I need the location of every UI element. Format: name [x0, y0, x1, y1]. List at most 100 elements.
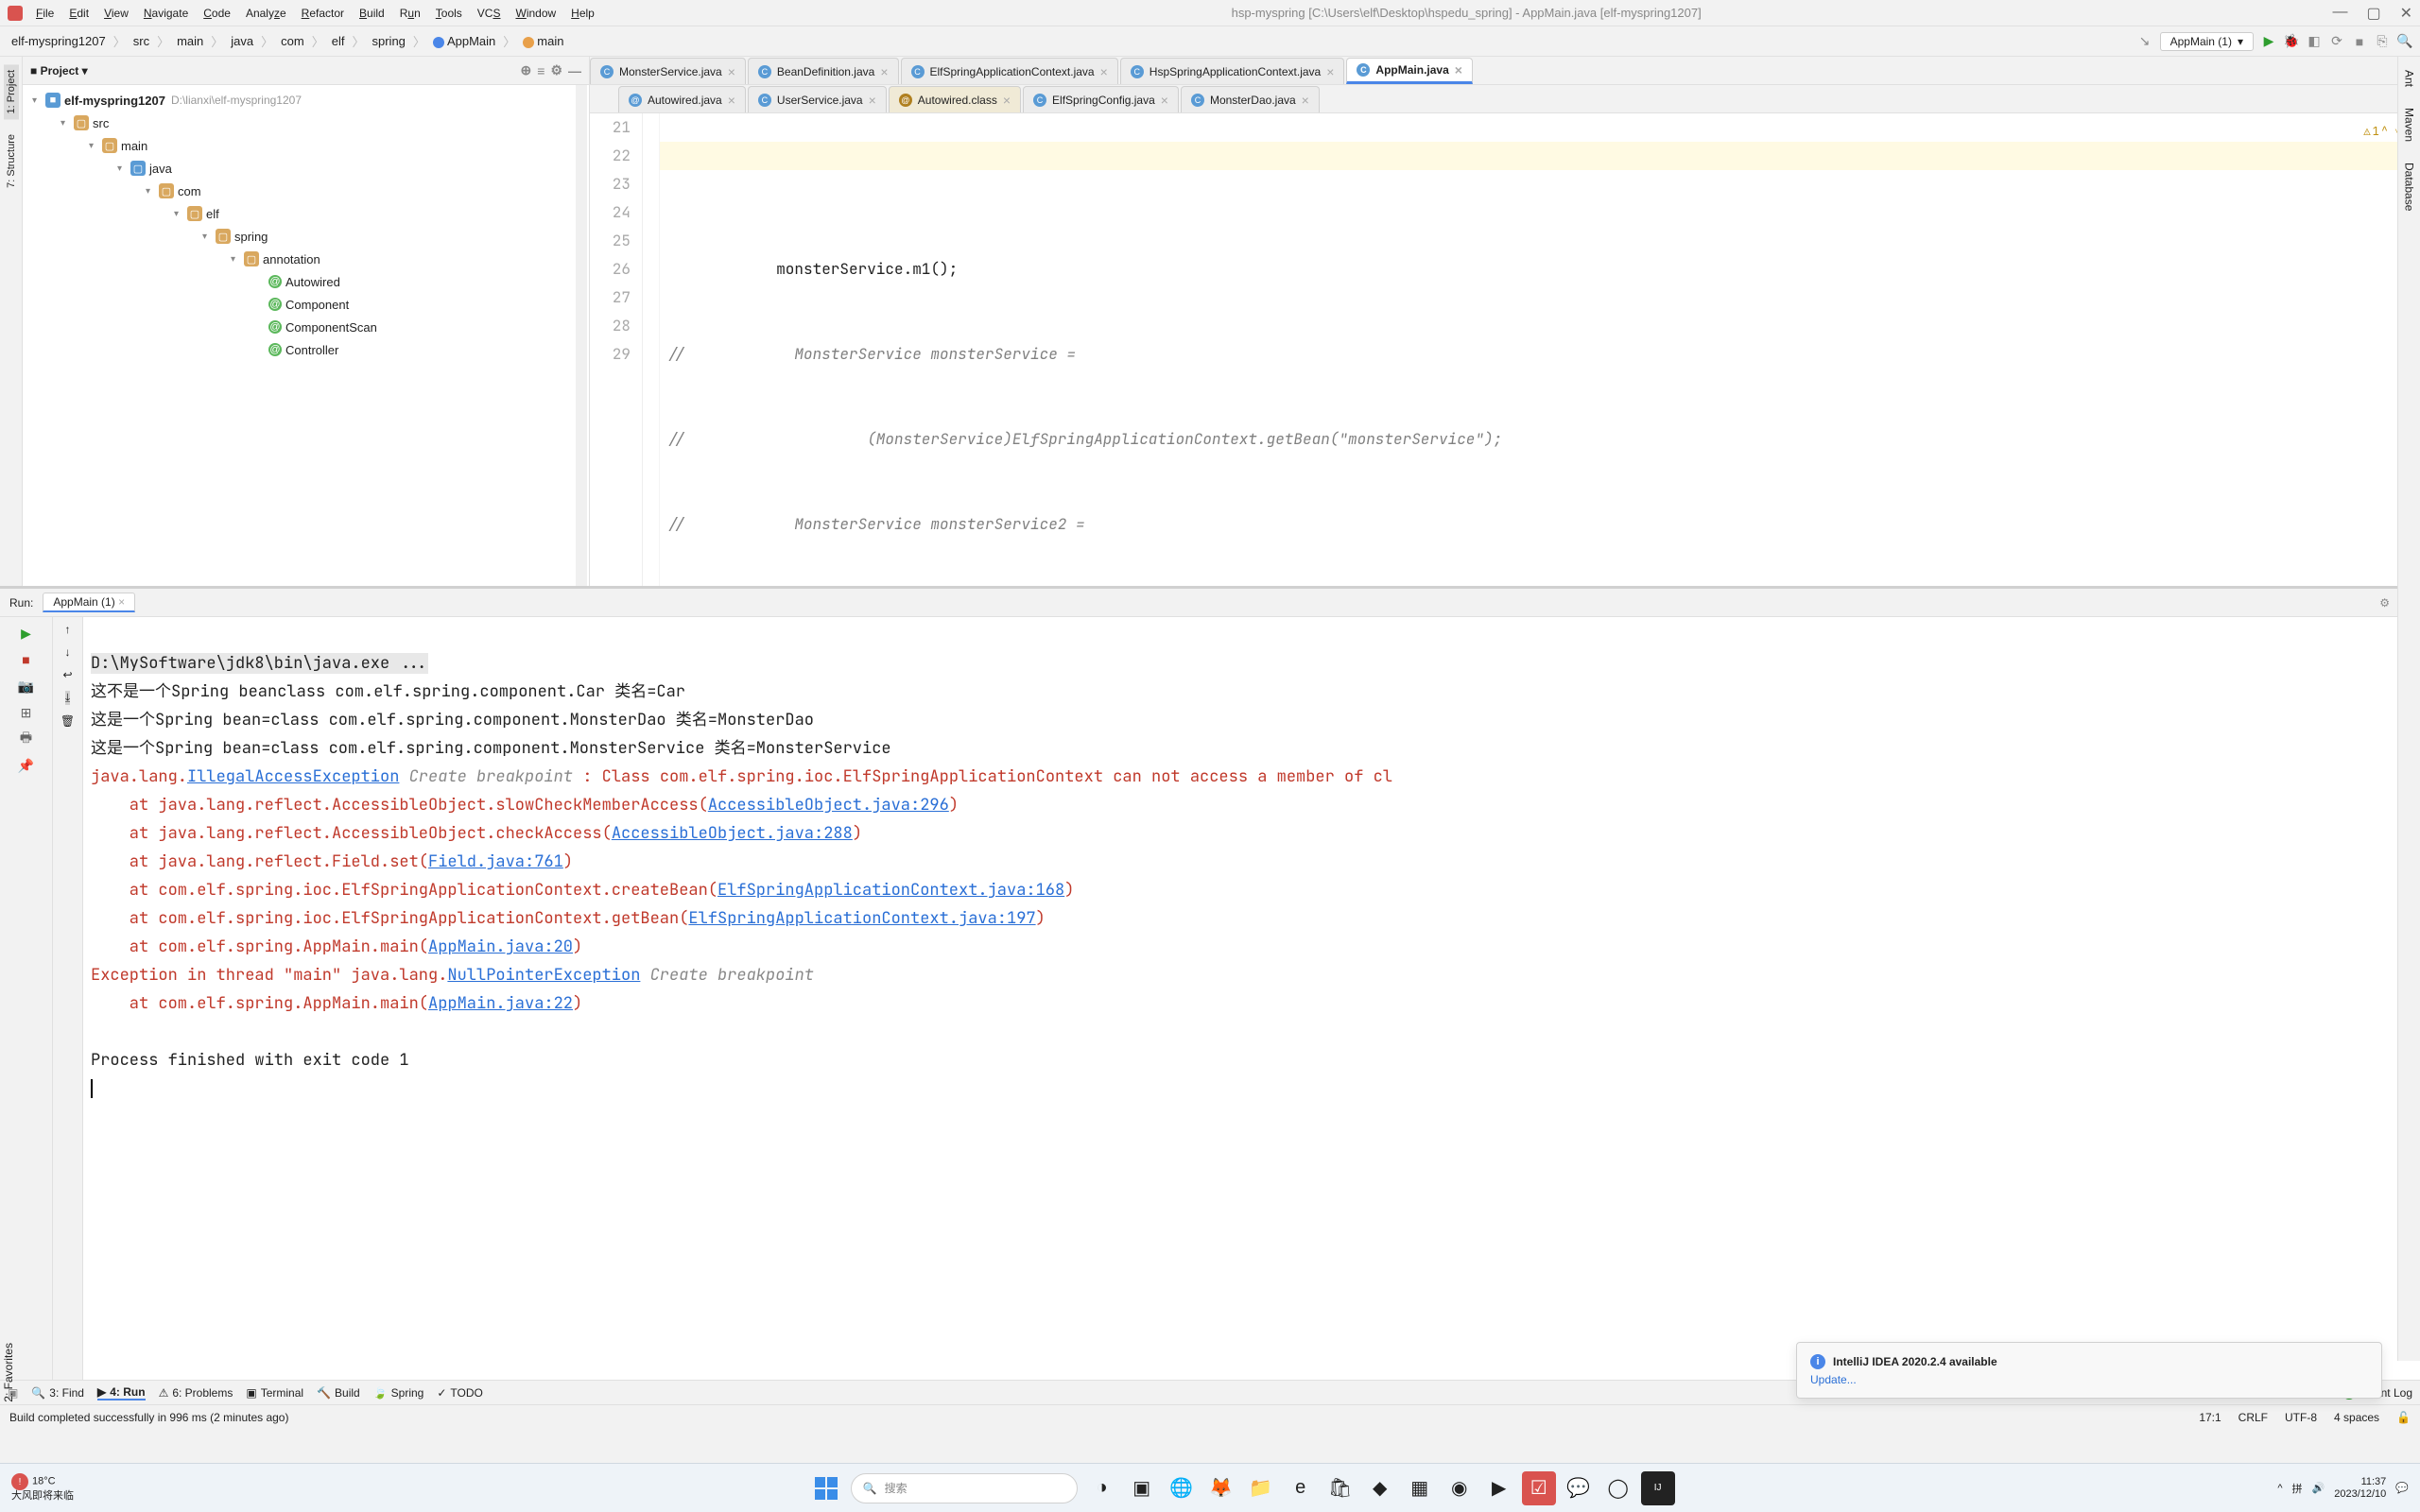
tree-main[interactable]: main [121, 139, 147, 153]
menu-vcs[interactable]: VCS [472, 5, 507, 22]
task-firefox[interactable]: 🦊 [1204, 1471, 1238, 1505]
stack-link[interactable]: ElfSpringApplicationContext.java:168 [717, 880, 1064, 901]
close-icon[interactable]: × [1100, 64, 1108, 79]
crumb-java[interactable]: java [227, 32, 257, 50]
structure-tool-tab[interactable]: 7: Structure [4, 129, 19, 194]
tree-item-componentscan[interactable]: ComponentScan [285, 320, 377, 335]
close-icon[interactable]: × [880, 64, 888, 79]
find-tab[interactable]: 🔍 3: Find [31, 1386, 84, 1400]
profile-button[interactable]: ⟳ [2329, 34, 2344, 49]
tab-elfspringconfig[interactable]: CElfSpringConfig.java× [1023, 86, 1179, 112]
tree-java[interactable]: java [149, 162, 172, 176]
task-media[interactable]: ▶ [1482, 1471, 1516, 1505]
print-icon[interactable]: 🖶 [16, 729, 37, 749]
settings-icon[interactable]: ⚙ [550, 62, 562, 78]
tab-monsterdao[interactable]: CMonsterDao.java× [1181, 86, 1320, 112]
task-taskview[interactable]: ▣ [1125, 1471, 1159, 1505]
close-icon[interactable]: × [869, 93, 876, 108]
start-button[interactable] [809, 1471, 843, 1505]
hide-icon[interactable]: — [568, 63, 581, 78]
select-opened-file-icon[interactable]: ⊕ [521, 62, 532, 78]
fold-column[interactable] [643, 113, 660, 586]
tree-item-component[interactable]: Component [285, 298, 349, 312]
crumb-class[interactable]: AppMain [429, 32, 499, 50]
down-trace-button[interactable]: ↓ [65, 645, 71, 659]
crumb-spring[interactable]: spring [369, 32, 409, 50]
maven-tool-tab[interactable]: Maven [2401, 102, 2418, 147]
stop-button[interactable]: ■ [2352, 34, 2367, 49]
up-trace-button[interactable]: ↑ [65, 623, 71, 636]
line-separator[interactable]: CRLF [2238, 1411, 2268, 1424]
tree-src[interactable]: src [93, 116, 109, 130]
task-intellij[interactable]: IJ [1641, 1471, 1675, 1505]
tree-com[interactable]: com [178, 184, 201, 198]
pin-icon[interactable]: 📌 [16, 755, 37, 776]
soft-wrap-button[interactable]: ↩ [62, 668, 72, 681]
stack-link[interactable]: AccessibleObject.java:288 [612, 823, 853, 844]
favorites-tool-tab[interactable]: 2: Favorites [0, 1337, 17, 1408]
database-tool-tab[interactable]: Database [2401, 157, 2418, 216]
warning-badge[interactable]: ⚠ 1 ^ ˅ [2363, 117, 2401, 146]
update-button[interactable]: ⎘ [2375, 34, 2390, 49]
code-area[interactable]: monsterService.m1(); // MonsterService m… [660, 113, 2403, 586]
tab-autowired-class[interactable]: @Autowired.class× [889, 86, 1021, 112]
exception-link[interactable]: NullPointerException [447, 965, 640, 986]
menu-code[interactable]: Code [198, 5, 236, 22]
tab-hspspringcontext[interactable]: CHspSpringApplicationContext.java× [1120, 58, 1345, 84]
terminal-tab[interactable]: ▣ Terminal [246, 1386, 303, 1400]
coverage-button[interactable]: ◧ [2307, 34, 2322, 49]
menu-view[interactable]: View [98, 5, 134, 22]
task-wechat[interactable]: 💬 [1562, 1471, 1596, 1505]
tab-userservice[interactable]: CUserService.java× [748, 86, 887, 112]
tray-clock[interactable]: 11:372023/12/10 [2334, 1476, 2386, 1501]
task-copilot[interactable]: ◑ [1085, 1471, 1119, 1505]
spring-tab[interactable]: 🍃 Spring [373, 1386, 424, 1400]
menu-tools[interactable]: Tools [430, 5, 468, 22]
editor-body[interactable]: 212223 242526 272829 monsterService.m1()… [590, 113, 2420, 586]
tray-notifications-icon[interactable]: 💬 [2395, 1482, 2409, 1494]
tree-spring[interactable]: spring [234, 230, 268, 244]
tray-network-icon[interactable]: 🔊 [2312, 1482, 2325, 1494]
run-config-selector[interactable]: AppMain (1)▾ [2160, 32, 2254, 51]
task-app2[interactable]: ◉ [1443, 1471, 1477, 1505]
stack-link[interactable]: ElfSpringApplicationContext.java:197 [688, 908, 1035, 929]
close-icon[interactable]: × [1161, 93, 1168, 108]
close-button[interactable]: ✕ [2400, 4, 2412, 23]
tree-item-controller[interactable]: Controller [285, 343, 338, 357]
expand-all-icon[interactable]: ≡ [537, 63, 544, 78]
tab-elfspringcontext[interactable]: CElfSpringApplicationContext.java× [901, 58, 1118, 84]
weather-widget[interactable]: !18°C 大风即将来临 [11, 1473, 74, 1503]
minimize-button[interactable]: — [2332, 4, 2347, 23]
caret-position[interactable]: 17:1 [2199, 1411, 2221, 1424]
crumb-com[interactable]: com [277, 32, 308, 50]
menu-analyze[interactable]: Analyze [240, 5, 292, 22]
task-app3[interactable]: ◯ [1601, 1471, 1635, 1505]
project-view-selector[interactable]: ■ Project ▾ [30, 64, 88, 77]
menu-file[interactable]: FFileile [30, 5, 60, 22]
tray-chevron-icon[interactable]: ^ [2277, 1483, 2282, 1494]
crumb-main[interactable]: main [173, 32, 207, 50]
update-link[interactable]: Update... [1810, 1373, 1857, 1386]
project-tree[interactable]: ▾■elf-myspring1207D:\lianxi\elf-myspring… [23, 85, 589, 586]
stop-run-button[interactable]: ■ [16, 649, 37, 670]
exception-link[interactable]: IllegalAccessException [187, 766, 399, 787]
task-explorer[interactable]: 📁 [1244, 1471, 1278, 1505]
project-tool-tab[interactable]: 1: Project [4, 64, 19, 119]
task-obsidian[interactable]: ◆ [1363, 1471, 1397, 1505]
close-icon[interactable]: × [1326, 64, 1334, 79]
tab-monsterservice[interactable]: CMonsterService.java× [590, 58, 746, 84]
close-icon[interactable]: × [1455, 62, 1462, 77]
ant-tool-tab[interactable]: Ant [2401, 64, 2418, 93]
clear-button[interactable]: 🗑 [60, 714, 75, 728]
crumb-src[interactable]: src [130, 32, 153, 50]
create-breakpoint-link[interactable]: Create breakpoint [640, 965, 814, 986]
build-tab[interactable]: 🔨 Build [317, 1386, 360, 1400]
problems-tab[interactable]: ⚠ 6: Problems [159, 1386, 233, 1400]
close-icon[interactable]: × [118, 595, 125, 609]
stack-link[interactable]: Field.java:761 [428, 851, 563, 872]
task-store[interactable]: 🛍 [1323, 1471, 1357, 1505]
crumb-module[interactable]: elf-myspring1207 [8, 32, 110, 50]
task-todo[interactable]: ☑ [1522, 1471, 1556, 1505]
tray-ime-icon[interactable]: 拼 [2292, 1481, 2303, 1496]
todo-tab[interactable]: ✓ TODO [437, 1386, 483, 1400]
